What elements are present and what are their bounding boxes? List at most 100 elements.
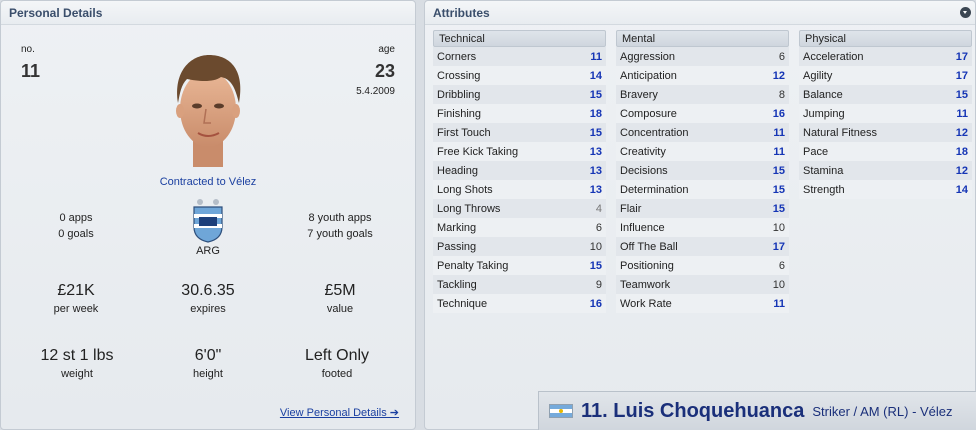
attribute-value: 15 [589, 126, 602, 139]
attribute-row[interactable]: Penalty Taking 15 [433, 256, 606, 275]
height-label: height [193, 368, 223, 380]
attribute-name: Penalty Taking [437, 259, 509, 272]
attribute-name: Composure [620, 107, 677, 120]
attribute-row[interactable]: Corners 11 [433, 47, 606, 66]
physical-rows: Acceleration 17 Agility 17 Balance 15 Jumping 1… [799, 47, 972, 199]
attribute-value: 11 [773, 126, 785, 139]
attribute-name: Long Throws [437, 202, 501, 215]
attribute-row[interactable]: Aggression 6 [616, 47, 789, 66]
attribute-row[interactable]: Finishing 18 [433, 104, 606, 123]
attribute-value: 15 [772, 202, 785, 215]
attribute-value: 12 [772, 69, 785, 82]
attribute-value: 13 [589, 183, 602, 196]
attribute-name: Flair [620, 202, 642, 215]
attribute-value: 12 [955, 126, 968, 139]
attribute-value: 6 [778, 259, 785, 272]
attribute-value: 15 [772, 183, 785, 196]
attribute-row[interactable]: Technique 16 [433, 294, 606, 313]
attribute-name: Balance [803, 88, 843, 101]
attributes-header: Attributes [425, 1, 975, 25]
view-personal-details-link[interactable]: View Personal Details ➔ [280, 406, 399, 419]
attribute-row[interactable]: Free Kick Taking 13 [433, 142, 606, 161]
attribute-row[interactable]: Decisions 15 [616, 161, 789, 180]
attribute-row[interactable]: Heading 13 [433, 161, 606, 180]
attribute-row[interactable]: Off The Ball 17 [616, 237, 789, 256]
attribute-name: Free Kick Taking [437, 145, 519, 158]
attribute-value: 15 [955, 88, 968, 101]
attribute-name: Strength [803, 183, 845, 196]
attribute-value: 13 [589, 145, 602, 158]
attribute-row[interactable]: Teamwork 10 [616, 275, 789, 294]
attribute-row[interactable]: Concentration 11 [616, 123, 789, 142]
attribute-row[interactable]: Passing 10 [433, 237, 606, 256]
attribute-row[interactable]: Balance 15 [799, 85, 972, 104]
attribute-row[interactable]: Bravery 8 [616, 85, 789, 104]
attribute-row[interactable]: Creativity 11 [616, 142, 789, 161]
player-name-banner: 11. Luis Choquehuanca Striker / AM (RL) … [538, 391, 976, 430]
attribute-row[interactable]: Marking 6 [433, 218, 606, 237]
attributes-panel: Attributes Technical Corners 11 Crossing 14… [424, 0, 976, 430]
attribute-row[interactable]: First Touch 15 [433, 123, 606, 142]
personal-details-header: Personal Details [1, 1, 415, 25]
squad-number: 11 [21, 61, 41, 81]
attribute-row[interactable]: Positioning 6 [616, 256, 789, 275]
technical-column: Technical Corners 11 Crossing 14 Dribbling 15… [433, 30, 606, 313]
attribute-row[interactable]: Natural Fitness 12 [799, 123, 972, 142]
player-name: 11. Luis Choquehuanca [581, 399, 805, 422]
player-face-image [176, 55, 241, 167]
attribute-row[interactable]: Work Rate 11 [616, 294, 789, 313]
argentina-flag-icon [549, 404, 573, 418]
attribute-name: Heading [437, 164, 478, 177]
age-value: 23 [374, 61, 395, 81]
transfer-value: £5M [324, 282, 356, 299]
attribute-row[interactable]: Influence 10 [616, 218, 789, 237]
attribute-name: Finishing [437, 107, 482, 120]
attribute-row[interactable]: Crossing 14 [433, 66, 606, 85]
attribute-name: Crossing [437, 69, 481, 82]
youth-apps-count: 8 youth apps [308, 212, 372, 224]
attribute-row[interactable]: Strength 14 [799, 180, 972, 199]
weight-value: 12 st 1 lbs [40, 347, 114, 364]
height-value: 6'0" [194, 347, 222, 364]
attribute-value: 12 [955, 164, 968, 177]
attribute-row[interactable]: Stamina 12 [799, 161, 972, 180]
attribute-value: 4 [595, 202, 602, 215]
apps-count: 0 apps [59, 212, 93, 224]
attribute-name: Positioning [620, 259, 674, 272]
attribute-value: 10 [772, 221, 785, 234]
attribute-row[interactable]: Determination 15 [616, 180, 789, 199]
attribute-value: 16 [772, 107, 785, 120]
collapse-icon[interactable] [960, 7, 971, 18]
afa-badge-icon [193, 199, 223, 243]
nationality-code: ARG [196, 245, 220, 257]
contract-expiry-label: expires [190, 303, 226, 315]
attribute-row[interactable]: Dribbling 15 [433, 85, 606, 104]
attribute-name: Pace [803, 145, 829, 158]
attribute-value: 10 [772, 278, 785, 291]
attribute-row[interactable]: Long Throws 4 [433, 199, 606, 218]
attribute-name: Off The Ball [620, 240, 678, 253]
attribute-value: 6 [595, 221, 602, 234]
attribute-row[interactable]: Tackling 9 [433, 275, 606, 294]
attribute-name: Jumping [803, 107, 845, 120]
attribute-name: Anticipation [620, 69, 677, 82]
attribute-row[interactable]: Jumping 11 [799, 104, 972, 123]
attribute-name: Aggression [620, 50, 676, 63]
physical-column-header: Physical [799, 30, 972, 47]
attribute-row[interactable]: Long Shots 13 [433, 180, 606, 199]
attribute-row[interactable]: Anticipation 12 [616, 66, 789, 85]
attribute-row[interactable]: Composure 16 [616, 104, 789, 123]
date-of-birth: 5.4.2009 [356, 86, 395, 97]
attribute-name: Teamwork [620, 278, 671, 291]
contract-link[interactable]: Contracted to Vélez [101, 176, 315, 188]
attribute-value: 16 [589, 297, 602, 310]
attribute-row[interactable]: Flair 15 [616, 199, 789, 218]
transfer-value-label: value [326, 303, 354, 315]
attribute-value: 10 [589, 240, 602, 253]
preferred-foot-label: footed [321, 368, 353, 380]
physical-column: Physical Acceleration 17 Agility 17 Balance 1… [799, 30, 972, 199]
attribute-row[interactable]: Pace 18 [799, 142, 972, 161]
attribute-row[interactable]: Agility 17 [799, 66, 972, 85]
attribute-row[interactable]: Acceleration 17 [799, 47, 972, 66]
attribute-value: 11 [590, 50, 602, 63]
